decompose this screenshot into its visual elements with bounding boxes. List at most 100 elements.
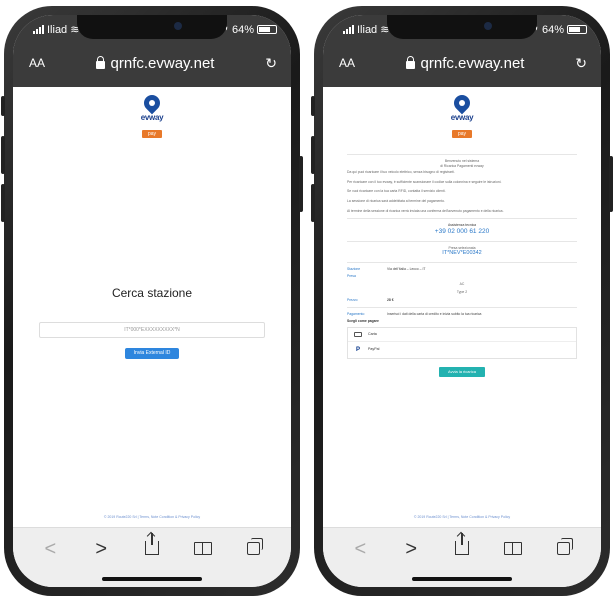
- notch: [387, 15, 537, 39]
- carrier-name: Iliad: [357, 23, 378, 36]
- logo-word: evway: [450, 113, 474, 122]
- book-icon: [193, 541, 212, 555]
- tabs-button[interactable]: [549, 537, 579, 561]
- divider: [347, 240, 577, 242]
- home-indicator: [102, 577, 202, 581]
- carrier-indicator: Iliad ≋: [343, 23, 389, 36]
- payment-option-card[interactable]: Carta: [348, 328, 576, 342]
- logo-word: evway: [140, 113, 164, 122]
- lock-icon: [95, 55, 105, 69]
- power-button: [299, 156, 303, 212]
- url-text: qrnfc.evway.net: [420, 54, 525, 72]
- station-id-input[interactable]: IT*000*EXXXXXXXXX*N: [39, 322, 265, 338]
- reader-aa-button[interactable]: AA: [23, 56, 53, 70]
- reload-icon[interactable]: ↻: [567, 55, 591, 72]
- payment-note: Inserisci i dati della carta di credito …: [387, 311, 482, 316]
- map-pin-icon: [140, 91, 164, 115]
- divider: [347, 154, 577, 155]
- start-charging-button[interactable]: Avvia la ricarica: [439, 366, 485, 377]
- url-field[interactable]: qrnfc.evway.net: [363, 55, 567, 72]
- browser-toolbar: < >: [323, 527, 601, 587]
- intro-text-1: Da qui puoi ricaricare il tuo veicolo el…: [347, 170, 455, 175]
- bookmarks-button[interactable]: [498, 538, 528, 561]
- tabs-icon: [247, 537, 264, 555]
- cost-label: Prezzo: [347, 297, 358, 302]
- signal-icon: [343, 25, 354, 34]
- plug-type: Type 2: [456, 290, 468, 295]
- evway-logo: evway pay: [132, 91, 172, 140]
- divider: [347, 218, 577, 220]
- plug-row: Presa: [347, 274, 577, 279]
- payment-options: Carta P PayPal: [347, 326, 577, 359]
- footer-link[interactable]: © 2019 Route220 Srl | Terms, Note Condit…: [13, 515, 291, 519]
- logo-pay-badge: pay: [141, 130, 163, 138]
- charging-details: Benvenuto nel sistema di Ricarica Pagame…: [347, 154, 577, 377]
- divider: [347, 261, 577, 263]
- payment-label: Pagamento: [347, 311, 365, 316]
- carrier-indicator: Iliad ≋: [33, 23, 79, 36]
- mute-switch: [311, 96, 315, 116]
- welcome-subtitle: di Ricarica Pagamenti evway: [440, 163, 484, 168]
- choose-payment-label: Scegli come pagare: [347, 319, 379, 324]
- status-right: ➚ 64%: [530, 23, 587, 36]
- intro-text-2: Per ricaricare con il tuo evway, è suffi…: [347, 179, 502, 184]
- battery-percent: 64%: [541, 23, 564, 36]
- forward-button[interactable]: >: [86, 538, 116, 561]
- payment-option-paypal[interactable]: P PayPal: [348, 342, 576, 358]
- submit-button[interactable]: Invia External ID: [125, 348, 179, 359]
- bookmarks-button[interactable]: [188, 538, 218, 561]
- evway-logo: evway pay: [442, 91, 482, 140]
- reader-aa-button[interactable]: AA: [333, 56, 363, 70]
- notch: [77, 15, 227, 39]
- intro-text-4: La sessione di ricarica sarà addebitata …: [347, 198, 446, 203]
- reload-icon[interactable]: ↻: [257, 55, 281, 72]
- url-bar[interactable]: AA qrnfc.evway.net ↻: [23, 49, 281, 77]
- url-field[interactable]: qrnfc.evway.net: [53, 55, 257, 72]
- volume-down-button: [311, 184, 315, 222]
- battery-icon: [257, 25, 277, 34]
- phone-screen: Iliad ≋ ➚ 64% AA qrnfc.evway.net: [13, 15, 291, 587]
- address-label: Stazione: [347, 266, 361, 271]
- url-bar[interactable]: AA qrnfc.evway.net ↻: [333, 49, 591, 77]
- signal-icon: [33, 25, 44, 34]
- forward-button[interactable]: >: [396, 538, 426, 561]
- share-button[interactable]: [447, 532, 477, 561]
- station-code: IT*NEV*E00342: [442, 250, 482, 257]
- url-text: qrnfc.evway.net: [110, 54, 215, 72]
- camera-icon: [174, 22, 182, 30]
- back-button[interactable]: <: [35, 538, 65, 561]
- card-label: Carta: [368, 331, 377, 336]
- page-title: Cerca stazione: [111, 286, 193, 300]
- map-pin-icon: [450, 91, 474, 115]
- logo-pay-badge: pay: [451, 130, 473, 138]
- home-indicator: [412, 577, 512, 581]
- plug-label: Presa: [347, 274, 356, 279]
- share-button[interactable]: [137, 532, 167, 561]
- mute-switch: [1, 96, 5, 116]
- volume-up-button: [311, 136, 315, 174]
- tabs-button[interactable]: [239, 537, 269, 561]
- lock-icon: [405, 55, 415, 69]
- carrier-name: Iliad: [47, 23, 68, 36]
- credit-card-icon: [354, 331, 362, 337]
- paypal-label: PayPal: [368, 347, 380, 352]
- web-content: evway pay Benvenuto nel sistema di Ricar…: [323, 87, 601, 527]
- plug-value: AC: [459, 281, 465, 286]
- book-icon: [503, 541, 522, 555]
- volume-up-button: [1, 136, 5, 174]
- cost-value: 28 €: [387, 297, 394, 302]
- assist-phone[interactable]: +39 02 000 61 220: [347, 228, 577, 237]
- payment-row: Pagamento Inserisci i dati della carta d…: [347, 312, 577, 317]
- divider: [347, 306, 577, 308]
- stage: Iliad ≋ ➚ 64% AA qrnfc.evway.net: [0, 0, 614, 601]
- power-button: [609, 156, 613, 212]
- footer-link[interactable]: © 2019 Route220 Srl | Terms, Note Condit…: [323, 515, 601, 519]
- tabs-icon: [557, 537, 574, 555]
- phone-right: Iliad ≋ ➚ 64% AA qrnfc.evway.net: [311, 6, 613, 596]
- phone-left: Iliad ≋ ➚ 64% AA qrnfc.evway.net: [1, 6, 303, 596]
- web-content: evway pay Cerca stazione IT*000*EXXXXXXX…: [13, 87, 291, 527]
- camera-icon: [484, 22, 492, 30]
- back-button[interactable]: <: [345, 538, 375, 561]
- address-value: Via dell'Italia – Lecco – IT: [387, 266, 426, 271]
- status-right: ➚ 64%: [220, 23, 277, 36]
